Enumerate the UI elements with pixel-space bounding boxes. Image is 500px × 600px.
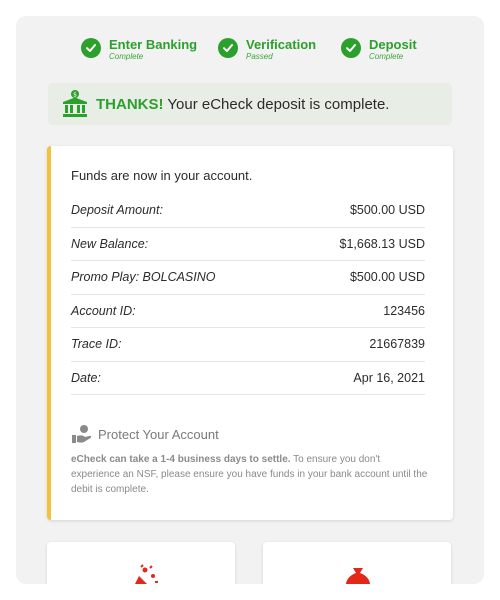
hand-coin-icon — [72, 425, 92, 443]
detail-label: Trace ID: — [71, 337, 122, 352]
detail-label: Deposit Amount: — [71, 203, 163, 218]
step-status: Complete — [109, 52, 144, 61]
protect-title: Protect Your Account — [98, 426, 219, 442]
detail-row-account-id: Account ID: 123456 — [71, 295, 425, 328]
detail-label: New Balance: — [71, 236, 149, 251]
step-enter-banking: Enter Banking Complete — [81, 38, 197, 62]
detail-label: Account ID: — [71, 303, 136, 318]
step-verification: Verification Passed — [218, 38, 316, 62]
step-deposit: Deposit Complete — [341, 38, 417, 62]
detail-row-new-balance: New Balance: $1,668.13 USD — [71, 228, 425, 261]
check-icon — [81, 38, 101, 58]
detail-row-trace-id: Trace ID: 21667839 — [71, 328, 425, 362]
success-banner: $ THANKS! Your eCheck deposit is complet… — [48, 83, 452, 125]
check-icon — [218, 38, 238, 58]
detail-row-deposit-amount: Deposit Amount: $500.00 USD — [71, 194, 425, 228]
protect-note-bold: eCheck can take a 1-4 business days to s… — [71, 454, 291, 465]
banner-thanks: THANKS! — [96, 95, 164, 113]
card-intro: Funds are now in your account. — [71, 168, 253, 183]
detail-value: $1,668.13 USD — [339, 236, 425, 251]
info-card-right[interactable] — [263, 542, 451, 584]
details-list: Deposit Amount: $500.00 USD New Balance:… — [71, 194, 425, 395]
detail-row-date: Date: Apr 16, 2021 — [71, 362, 425, 395]
info-card-left[interactable] — [47, 542, 235, 584]
deposit-details-card: Funds are now in your account. Deposit A… — [47, 146, 453, 520]
detail-value: 21667839 — [369, 337, 425, 352]
step-label: Enter Banking — [109, 37, 198, 52]
detail-row-promo-play: Promo Play: BOLCASINO $500.00 USD — [71, 261, 425, 295]
step-label: Verification — [246, 37, 317, 52]
protect-account-section: Protect Your Account eCheck can take a 1… — [71, 424, 431, 497]
detail-value: $500.00 USD — [349, 203, 425, 218]
detail-value: Apr 16, 2021 — [353, 370, 425, 385]
banner-message: THANKS! Your eCheck deposit is complete. — [96, 96, 389, 113]
step-status: Passed — [246, 52, 273, 61]
protect-note: eCheck can take a 1-4 business days to s… — [71, 452, 431, 497]
step-status: Complete — [369, 52, 404, 61]
svg-text:$: $ — [73, 92, 77, 99]
deposit-confirmation-panel: Enter Banking Complete Verification Pass… — [16, 16, 484, 584]
detail-value: 123456 — [383, 303, 425, 318]
detail-value: $500.00 USD — [349, 270, 425, 285]
banner-text: Your eCheck deposit is complete. — [163, 95, 390, 113]
progress-steps: Enter Banking Complete Verification Pass… — [16, 38, 484, 68]
step-label: Deposit — [369, 37, 417, 52]
bank-icon: $ — [63, 90, 87, 117]
check-icon — [341, 38, 361, 58]
celebration-icon — [135, 564, 158, 584]
detail-label: Date: — [71, 370, 101, 385]
money-bag-icon — [346, 568, 370, 584]
detail-label: Promo Play: BOLCASINO — [71, 270, 216, 285]
